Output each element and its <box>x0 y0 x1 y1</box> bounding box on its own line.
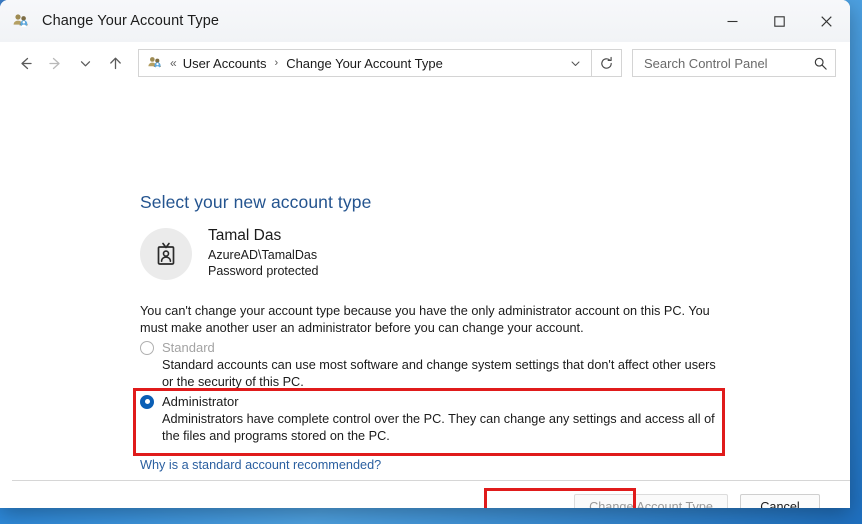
navigation-bar: « User Accounts › Change Your Account Ty… <box>0 42 850 84</box>
back-arrow-icon[interactable] <box>10 48 40 78</box>
maximize-button[interactable] <box>756 0 803 42</box>
radio-option-standard[interactable]: Standard Standard accounts can use most … <box>140 340 720 391</box>
account-name: Tamal Das <box>208 227 282 244</box>
breadcrumb-item-user-accounts[interactable]: User Accounts <box>183 56 267 71</box>
search-icon[interactable] <box>810 56 831 71</box>
footer-divider <box>12 480 850 481</box>
breadcrumb-item-change-account-type[interactable]: Change Your Account Type <box>286 56 443 71</box>
warning-message: You can't change your account type becau… <box>140 304 710 335</box>
search-input[interactable] <box>642 54 811 72</box>
radio-description-standard: Standard accounts can use most software … <box>162 358 716 389</box>
radio-description-administrator: Administrators have complete control ove… <box>162 412 715 443</box>
window-title: Change Your Account Type <box>42 13 220 29</box>
radio-label-standard: Standard <box>162 340 215 355</box>
administrator-option-header[interactable]: Administrator <box>140 394 720 409</box>
title-bar: Change Your Account Type <box>0 0 850 42</box>
cancel-button[interactable]: Cancel <box>740 494 820 508</box>
recent-locations-chevron-down-icon[interactable] <box>70 48 100 78</box>
radio-label-administrator: Administrator <box>162 394 239 409</box>
address-bar[interactable]: « User Accounts › Change Your Account Ty… <box>138 49 592 77</box>
breadcrumb-overflow-icon[interactable]: « <box>170 56 177 70</box>
id-badge-icon <box>140 228 192 280</box>
minimize-button[interactable] <box>709 0 756 42</box>
standard-option-header[interactable]: Standard <box>140 340 720 355</box>
address-dropdown-chevron-down-icon[interactable] <box>563 50 587 76</box>
refresh-icon[interactable] <box>592 49 622 77</box>
radio-button-standard[interactable] <box>140 340 154 355</box>
window-controls <box>709 0 850 42</box>
close-button[interactable] <box>803 0 850 42</box>
radio-option-administrator[interactable]: Administrator Administrators have comple… <box>140 394 720 445</box>
search-box[interactable] <box>632 49 836 77</box>
breadcrumb-separator-icon[interactable]: › <box>275 57 279 69</box>
account-password-status: Password protected <box>208 264 319 278</box>
breadcrumb-user-accounts-icon <box>147 55 163 71</box>
up-arrow-icon[interactable] <box>100 48 130 78</box>
forward-arrow-icon[interactable] <box>40 48 70 78</box>
control-panel-window: Change Your Account Type « User Accounts… <box>0 0 850 508</box>
page-title: Select your new account type <box>140 192 372 212</box>
radio-button-administrator[interactable] <box>140 394 154 409</box>
footer-button-group: Change Account Type Cancel <box>574 494 820 508</box>
change-account-type-button[interactable]: Change Account Type <box>574 494 728 508</box>
content-area: Select your new account type Tamal Das A… <box>0 84 850 508</box>
user-accounts-icon <box>12 12 30 30</box>
account-summary: Tamal Das AzureAD\TamalDas Password prot… <box>140 226 318 280</box>
account-domain: AzureAD\TamalDas <box>208 248 318 262</box>
account-details: Tamal Das AzureAD\TamalDas Password prot… <box>208 226 318 279</box>
why-standard-account-link[interactable]: Why is a standard account recommended? <box>140 458 381 472</box>
